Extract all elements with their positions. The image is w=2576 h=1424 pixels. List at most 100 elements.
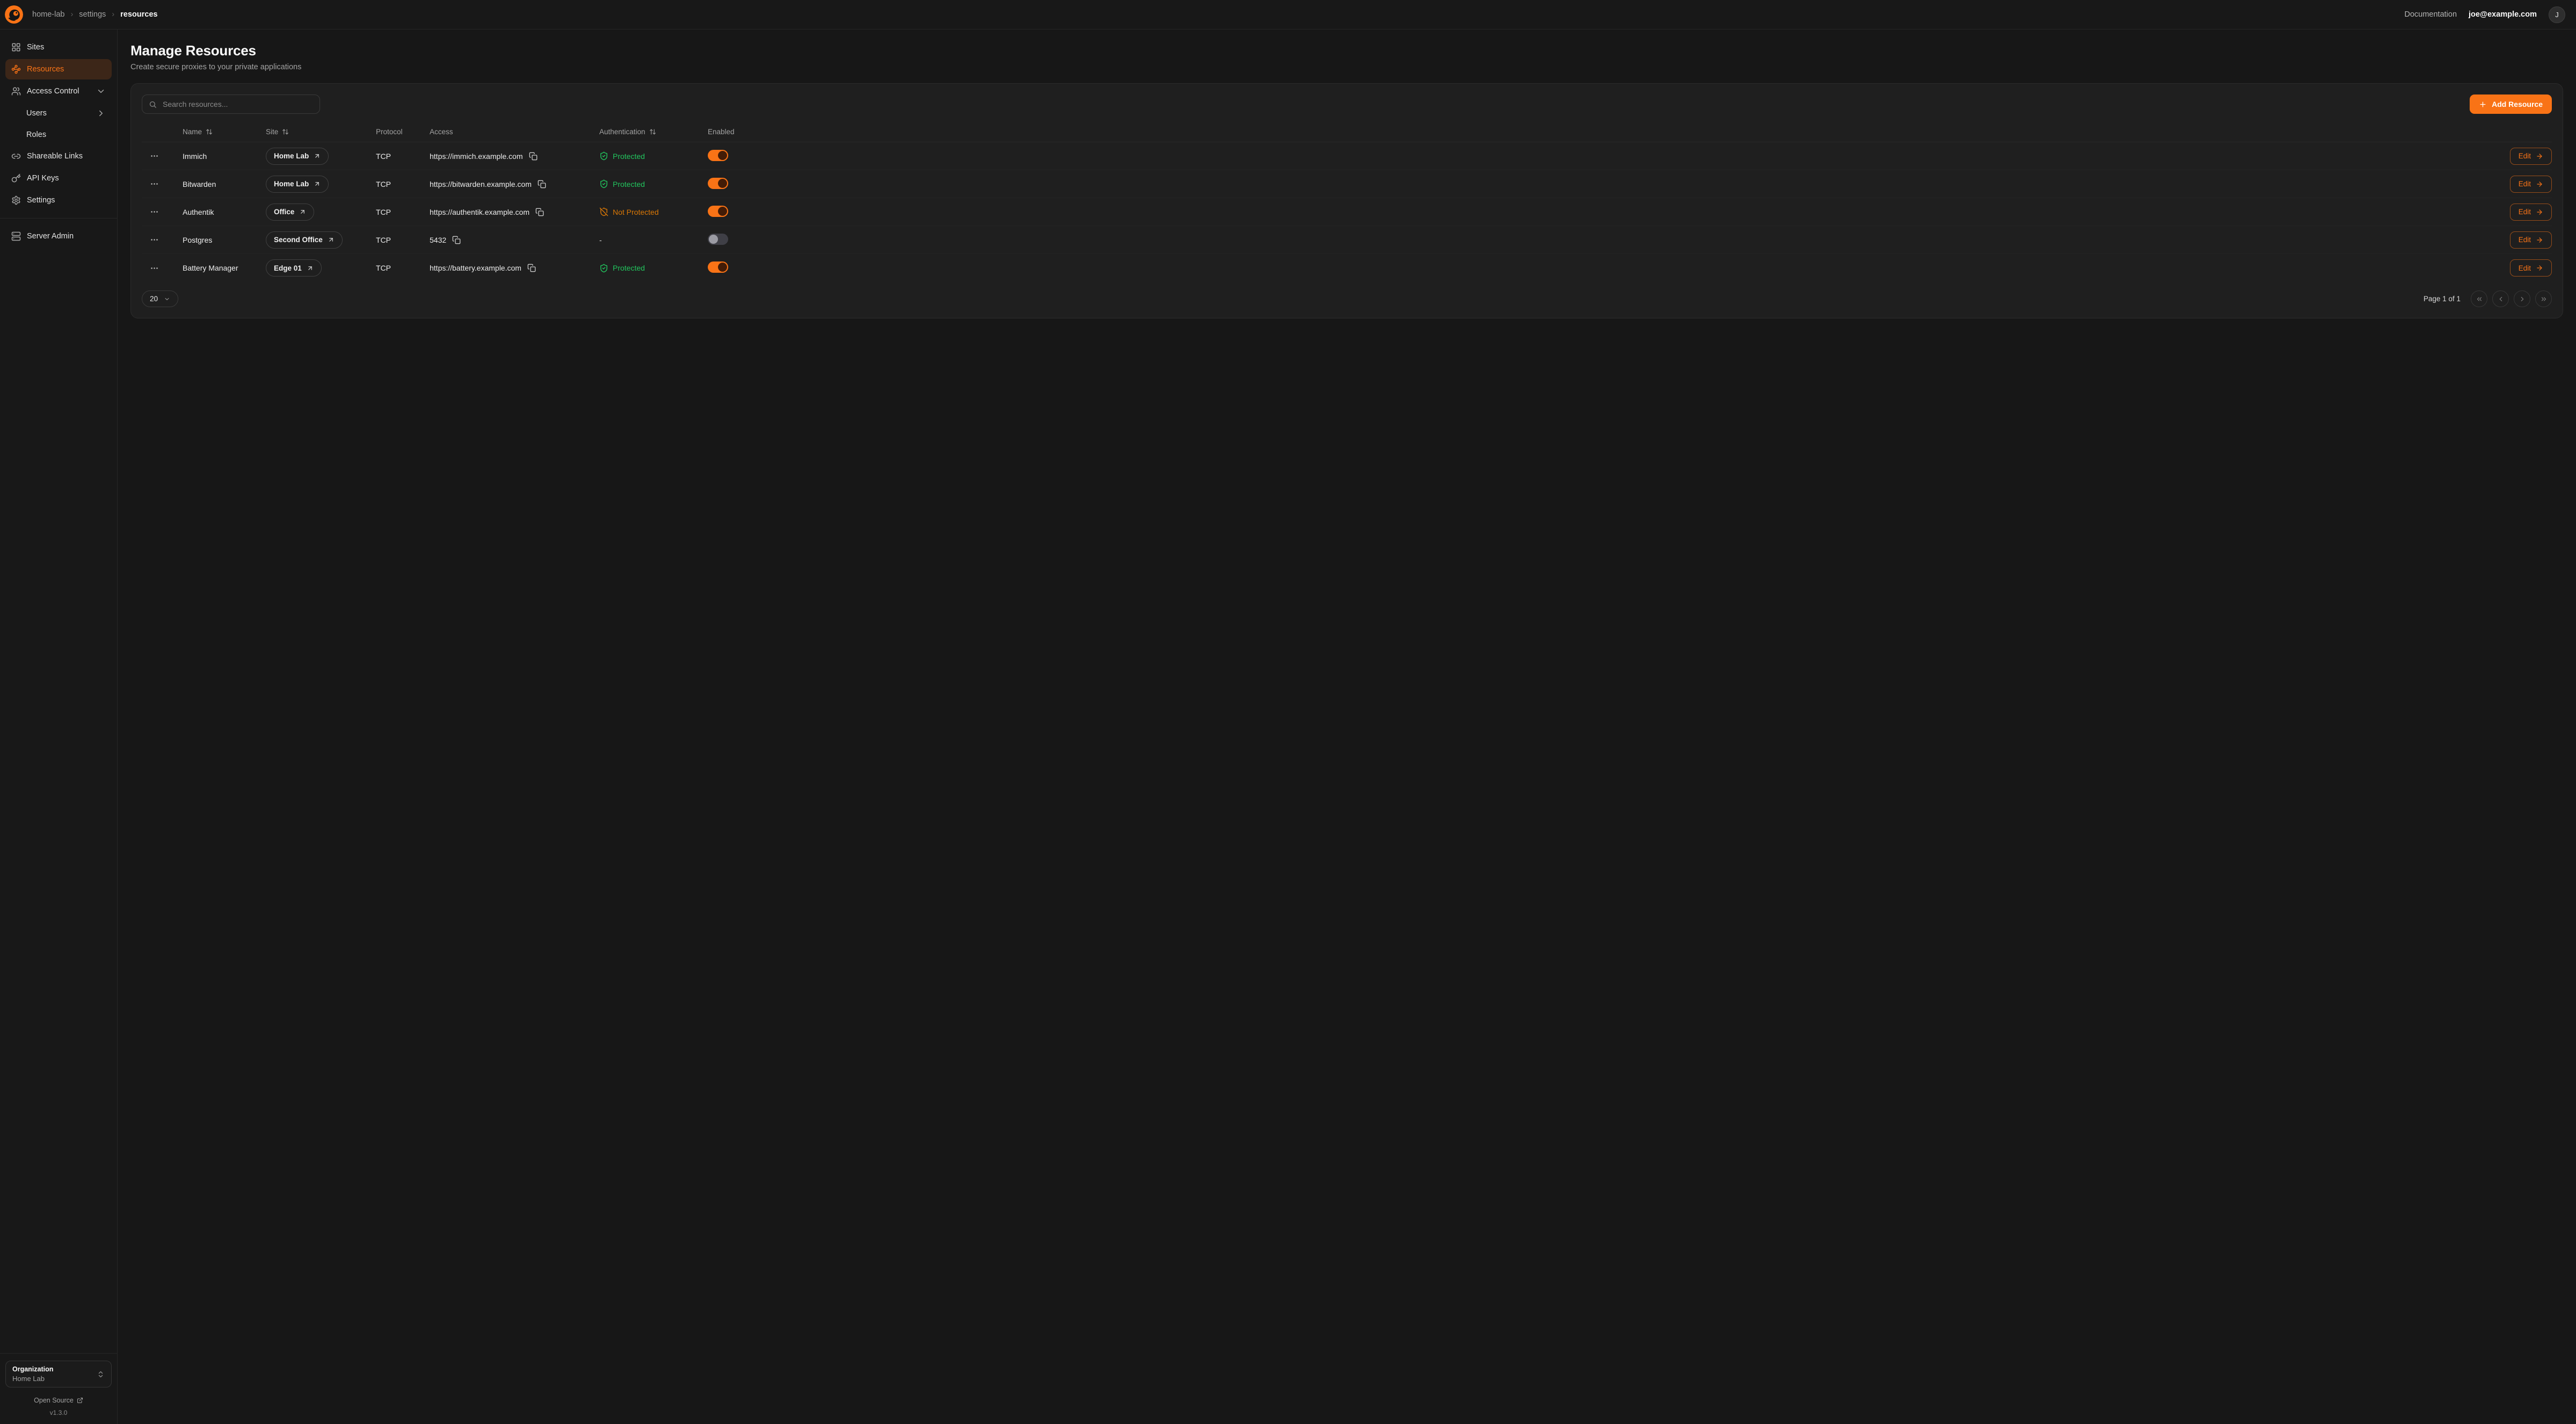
first-page-button[interactable] <box>2471 290 2487 307</box>
table-row: Postgres Second Office TCP 5432 - Edit <box>142 226 2552 254</box>
resource-name: Immich <box>183 152 266 161</box>
topbar-right: Documentation joe@example.com J <box>2405 6 2566 23</box>
arrow-right-icon <box>2536 264 2543 272</box>
site-link-button[interactable]: Office <box>266 204 314 221</box>
row-menu-button[interactable] <box>142 205 159 219</box>
row-menu-button[interactable] <box>142 177 159 191</box>
header-name[interactable]: Name <box>183 128 266 136</box>
enabled-toggle[interactable] <box>708 178 728 189</box>
search-icon <box>149 100 157 108</box>
arrow-up-right-icon <box>299 208 306 215</box>
sidebar-bottom: Organization Home Lab Open Source v1.3.0 <box>0 1353 117 1418</box>
sidebar-item-settings[interactable]: Settings <box>5 190 112 210</box>
pagination-bar: 20 Page 1 of 1 <box>142 290 2552 307</box>
cell-access: https://bitwarden.example.com <box>430 179 599 189</box>
page-size-select[interactable]: 20 <box>142 290 178 307</box>
row-menu-button[interactable] <box>142 233 159 247</box>
header-site[interactable]: Site <box>266 128 376 136</box>
auth-label: Protected <box>613 180 645 188</box>
cell-site: Second Office <box>266 231 376 249</box>
site-link-button[interactable]: Home Lab <box>266 176 329 193</box>
organization-selector[interactable]: Organization Home Lab <box>5 1361 112 1387</box>
add-resource-button[interactable]: Add Resource <box>2470 95 2552 114</box>
sidebar-divider <box>0 218 117 219</box>
sidebar-item-sites[interactable]: Sites <box>5 37 112 57</box>
sidebar-item-api-keys[interactable]: API Keys <box>5 168 112 188</box>
protocol-value: TCP <box>376 180 430 188</box>
row-menu-button[interactable] <box>142 261 159 275</box>
open-source-link[interactable]: Open Source <box>5 1397 112 1404</box>
enabled-toggle[interactable] <box>708 206 728 217</box>
sidebar-item-resources[interactable]: Resources <box>5 59 112 79</box>
auth-status: Protected <box>599 151 708 161</box>
edit-label: Edit <box>2519 264 2531 272</box>
page-title: Manage Resources <box>130 42 2563 59</box>
edit-button[interactable]: Edit <box>2510 148 2552 165</box>
toggle-knob <box>718 207 727 216</box>
search-input[interactable] <box>162 99 313 109</box>
resources-card: Add Resource Name Site <box>130 83 2563 318</box>
sidebar-item-access-control[interactable]: Access Control <box>5 81 112 101</box>
row-menu-button[interactable] <box>142 149 159 163</box>
shield-check-icon <box>599 264 608 273</box>
edit-label: Edit <box>2519 236 2531 244</box>
cell-edit: Edit <box>780 148 2552 165</box>
sidebar-item-server-admin[interactable]: Server Admin <box>5 226 112 246</box>
resource-name: Postgres <box>183 236 266 244</box>
chevrons-left-icon <box>2476 295 2483 303</box>
waypoints-icon <box>11 64 21 74</box>
breadcrumb-org[interactable]: home-lab <box>32 10 64 19</box>
resource-name: Battery Manager <box>183 264 266 272</box>
cell-site: Edge 01 <box>266 259 376 277</box>
resources-table: Name Site Protocol Access <box>142 122 2552 282</box>
cell-edit: Edit <box>780 259 2552 277</box>
enabled-toggle[interactable] <box>708 261 728 273</box>
header-access: Access <box>430 128 599 136</box>
edit-button[interactable]: Edit <box>2510 204 2552 221</box>
sidebar-item-label: Server Admin <box>27 232 74 241</box>
copy-access-button[interactable] <box>529 151 539 161</box>
header-authentication[interactable]: Authentication <box>599 128 708 136</box>
breadcrumb-settings[interactable]: settings <box>79 10 106 19</box>
site-link-button[interactable]: Home Lab <box>266 148 329 165</box>
edit-button[interactable]: Edit <box>2510 259 2552 277</box>
sidebar-item-label: Resources <box>27 65 64 74</box>
site-link-button[interactable]: Edge 01 <box>266 259 322 277</box>
documentation-link[interactable]: Documentation <box>2405 10 2457 19</box>
sidebar-item-label: API Keys <box>27 174 59 183</box>
edit-label: Edit <box>2519 180 2531 188</box>
app-logo[interactable] <box>5 5 23 24</box>
sidebar-item-label: Roles <box>26 130 46 139</box>
copy-access-button[interactable] <box>452 235 462 245</box>
copy-icon <box>535 208 544 216</box>
site-link-button[interactable]: Second Office <box>266 231 343 249</box>
copy-icon <box>538 180 546 188</box>
sidebar-item-shareable-links[interactable]: Shareable Links <box>5 146 112 166</box>
copy-access-button[interactable] <box>538 179 547 189</box>
previous-page-button[interactable] <box>2492 290 2509 307</box>
sidebar-item-roles[interactable]: Roles <box>5 125 112 144</box>
arrow-up-right-icon <box>314 180 321 187</box>
copy-access-button[interactable] <box>527 263 537 273</box>
enabled-toggle[interactable] <box>708 234 728 245</box>
arrow-up-right-icon <box>314 152 321 159</box>
chevrons-right-icon <box>2540 295 2548 303</box>
resource-name: Authentik <box>183 208 266 216</box>
access-value: https://immich.example.com <box>430 152 523 161</box>
sidebar-item-users[interactable]: Users <box>5 103 112 123</box>
user-avatar[interactable]: J <box>2549 6 2565 23</box>
copy-access-button[interactable] <box>535 207 545 217</box>
edit-button[interactable]: Edit <box>2510 231 2552 249</box>
enabled-toggle[interactable] <box>708 150 728 161</box>
last-page-button[interactable] <box>2535 290 2552 307</box>
auth-status: - <box>599 236 708 244</box>
table-header-row: Name Site Protocol Access <box>142 122 2552 142</box>
cell-edit: Edit <box>780 231 2552 249</box>
next-page-button[interactable] <box>2514 290 2530 307</box>
table-body: Immich Home Lab TCP https://immich.examp… <box>142 142 2552 282</box>
header-enabled: Enabled <box>708 128 780 136</box>
edit-button[interactable]: Edit <box>2510 176 2552 193</box>
page-subtitle: Create secure proxies to your private ap… <box>130 63 2563 71</box>
auth-label: - <box>599 236 602 244</box>
cell-site: Home Lab <box>266 148 376 165</box>
